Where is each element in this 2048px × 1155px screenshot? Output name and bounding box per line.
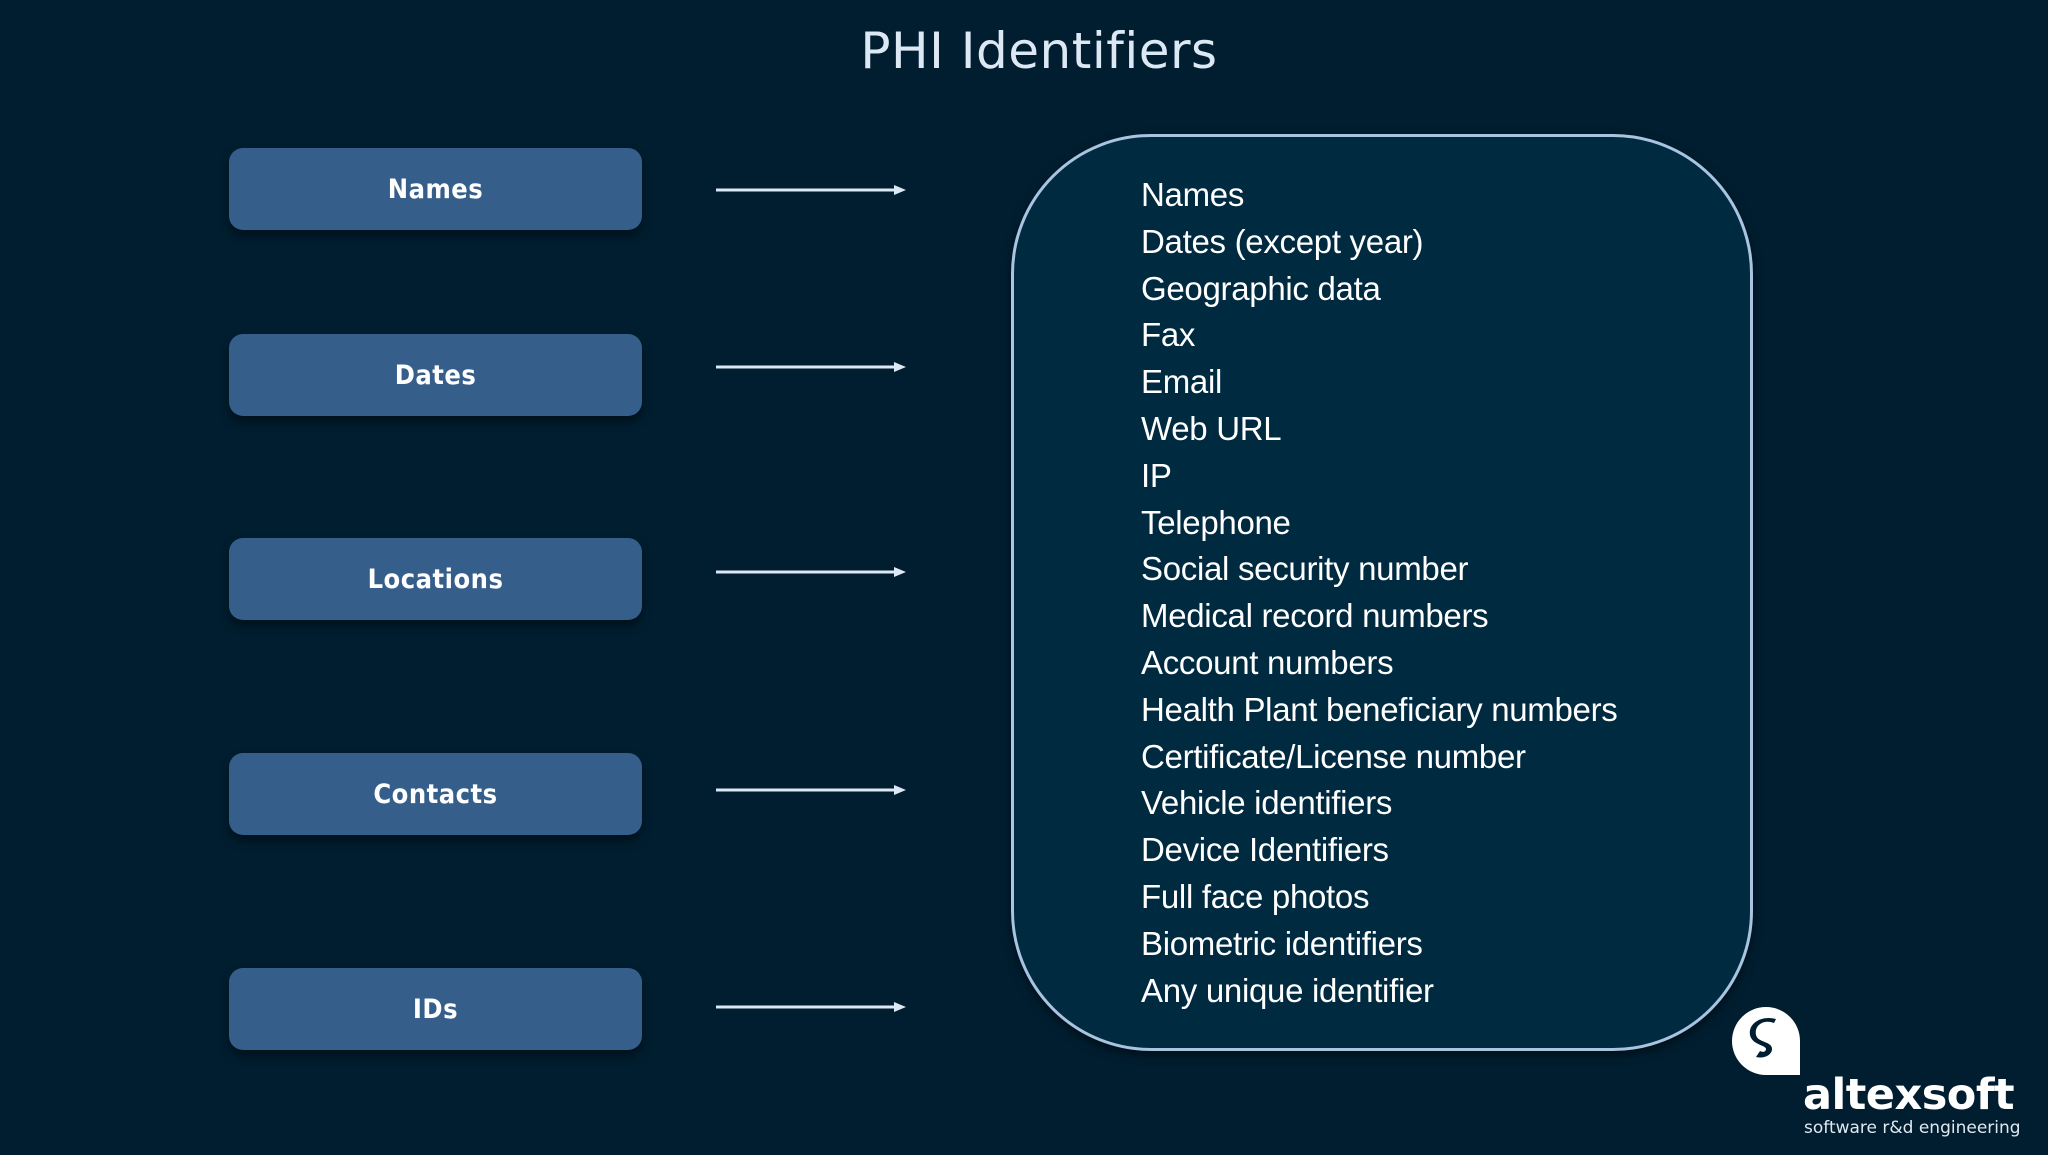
identifier-item: Account numbers: [1141, 643, 1394, 681]
altexsoft-logo-icon: [1732, 1007, 1800, 1075]
identifier-item: Email: [1141, 363, 1223, 401]
category-label: Names: [387, 173, 484, 205]
identifier-item: Device Identifiers: [1141, 831, 1389, 869]
identifier-list: Names Dates (except year) Geographic dat…: [1141, 172, 1618, 1014]
category-box-ids: IDs: [229, 968, 642, 1050]
arrow-right-icon: [716, 362, 906, 372]
category-box-locations: Locations: [229, 538, 642, 620]
category-label: Dates: [394, 359, 477, 391]
identifier-item: IP: [1141, 456, 1172, 494]
arrow-right-icon: [716, 567, 906, 577]
identifier-item: Biometric identifiers: [1141, 924, 1423, 962]
identifier-item: Geographic data: [1141, 269, 1381, 307]
identifier-item: Dates (except year): [1141, 222, 1424, 260]
identifier-item: Any unique identifier: [1141, 971, 1434, 1009]
identifier-item: Medical record numbers: [1141, 597, 1489, 635]
identifier-item: Fax: [1141, 316, 1196, 354]
category-box-names: Names: [229, 148, 642, 230]
category-box-dates: Dates: [229, 334, 642, 416]
identifier-item: Names: [1141, 176, 1245, 213]
logo-name: altexsoft: [1803, 1070, 2015, 1120]
identifier-item: Social security number: [1141, 550, 1469, 588]
identifier-item: Certificate/License number: [1141, 737, 1526, 775]
identifier-item: Telephone: [1141, 503, 1291, 541]
identifier-item: Web URL: [1141, 409, 1282, 447]
identifier-item: Vehicle identifiers: [1141, 784, 1393, 822]
category-label: Locations: [367, 563, 504, 595]
arrow-right-icon: [716, 785, 906, 795]
identifier-item: Full face photos: [1141, 877, 1370, 915]
logo-tagline: software r&d engineering: [1804, 1118, 2021, 1138]
category-label: Contacts: [373, 778, 498, 810]
arrow-right-icon: [716, 185, 906, 195]
category-box-contacts: Contacts: [229, 753, 642, 835]
category-label: IDs: [412, 993, 459, 1025]
page-title: PHI Identifiers: [860, 22, 1218, 80]
identifier-item: Health Plant beneficiary numbers: [1141, 690, 1618, 728]
arrow-right-icon: [716, 1002, 906, 1012]
